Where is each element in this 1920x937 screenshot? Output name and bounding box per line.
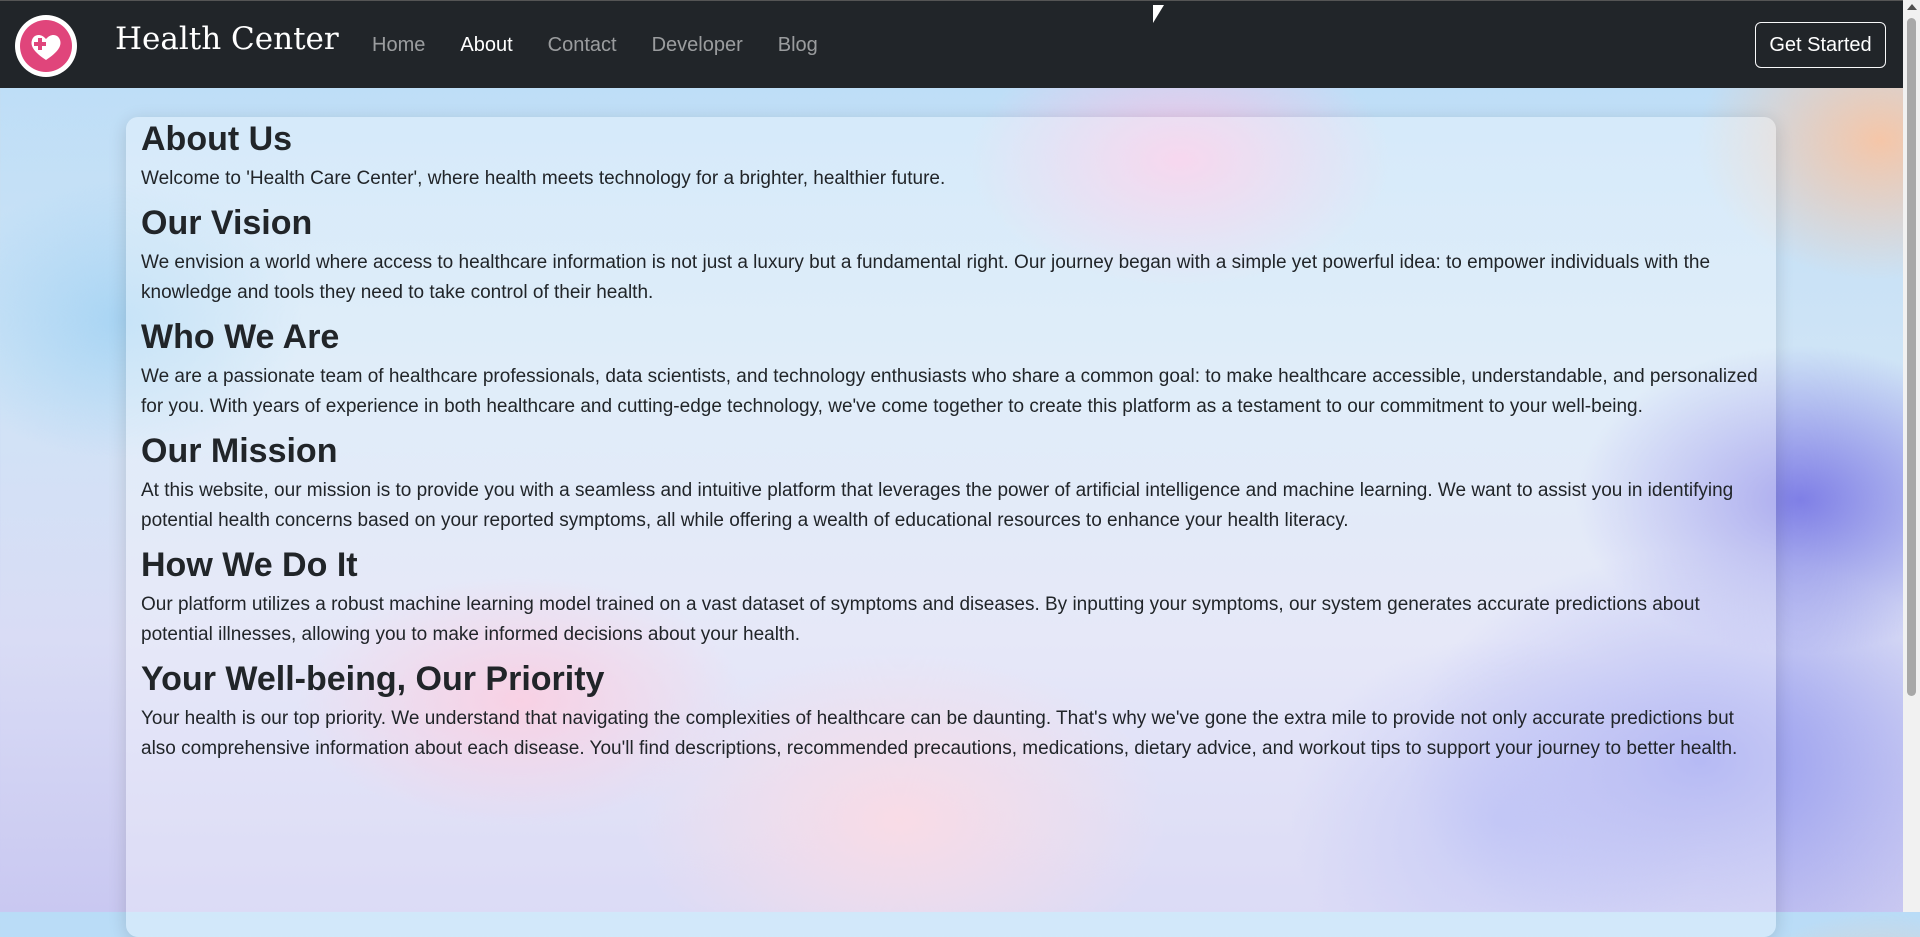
section-text-how-we-do-it: Our platform utilizes a robust machine l… xyxy=(141,594,1700,645)
mouse-cursor-icon xyxy=(1153,5,1164,23)
section-heading-vision: Our Vision xyxy=(141,204,313,242)
page-title: About Us xyxy=(141,120,293,158)
intro-text: Welcome to 'Health Care Center', where h… xyxy=(141,168,946,189)
navbar: Health Center Home About Contact Develop… xyxy=(0,0,1920,88)
section-heading-mission: Our Mission xyxy=(141,432,338,470)
brand-name[interactable]: Health Center xyxy=(115,21,339,57)
heart-medical-cross-icon xyxy=(20,20,72,72)
nav-link-contact[interactable]: Contact xyxy=(548,34,617,57)
get-started-button[interactable]: Get Started xyxy=(1755,22,1886,68)
section-text-vision: We envision a world where access to heal… xyxy=(141,252,1711,303)
nav-link-developer[interactable]: Developer xyxy=(652,34,743,57)
section-heading-priority: Your Well-being, Our Priority xyxy=(141,660,605,698)
logo-icon[interactable] xyxy=(15,15,77,77)
scrollbar-thumb[interactable] xyxy=(1907,18,1916,696)
section-text-priority: Your health is our top priority. We unde… xyxy=(141,708,1738,759)
section-heading-who-we-are: Who We Are xyxy=(141,318,340,356)
nav-link-blog[interactable]: Blog xyxy=(778,34,818,57)
about-content: About Us Welcome to 'Health Care Center'… xyxy=(141,118,1761,764)
section-text-who-we-are: We are a passionate team of healthcare p… xyxy=(141,366,1758,417)
nav-link-home[interactable]: Home xyxy=(372,34,425,57)
section-heading-how-we-do-it: How We Do It xyxy=(141,546,358,584)
page-scrollbar[interactable] xyxy=(1903,0,1920,912)
scroll-up-arrow-icon[interactable] xyxy=(1907,4,1917,10)
section-text-mission: At this website, our mission is to provi… xyxy=(141,480,1734,531)
nav-links: Home About Contact Developer Blog xyxy=(372,34,818,57)
nav-link-about[interactable]: About xyxy=(460,34,512,57)
